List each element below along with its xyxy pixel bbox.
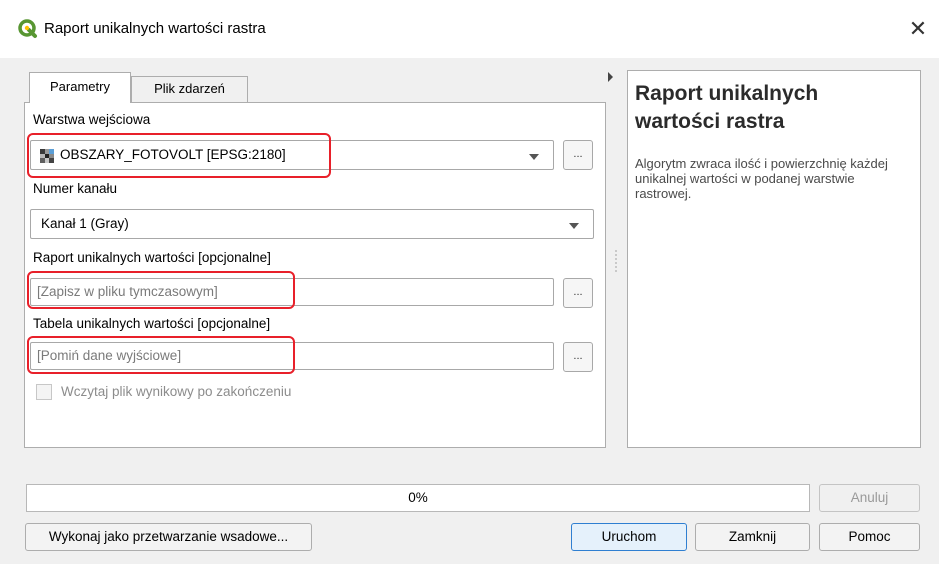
load-result-checkbox[interactable]: [36, 384, 52, 400]
band-combo[interactable]: Kanał 1 (Gray): [30, 209, 594, 239]
splitter-handle[interactable]: [615, 250, 617, 272]
close-icon[interactable]: ✕: [904, 16, 932, 44]
input-layer-label: Warstwa wejściowa: [33, 112, 151, 127]
input-layer-browse-button[interactable]: ...: [563, 140, 593, 170]
band-value: Kanał 1 (Gray): [41, 216, 129, 231]
tab-parameters[interactable]: Parametry: [29, 72, 131, 103]
qgis-icon: [18, 19, 38, 39]
band-label: Numer kanału: [33, 181, 118, 196]
report-browse-button[interactable]: ...: [563, 278, 593, 308]
batch-process-button[interactable]: Wykonaj jako przetwarzanie wsadowe...: [25, 523, 312, 551]
progress-bar: 0%: [26, 484, 810, 512]
chevron-down-icon: [569, 223, 579, 229]
table-label: Tabela unikalnych wartości [opcjonalne]: [33, 316, 271, 331]
tab-log[interactable]: Plik zdarzeń: [131, 76, 248, 103]
window-title: Raport unikalnych wartości rastra: [44, 20, 266, 37]
chevron-down-icon: [529, 154, 539, 160]
load-result-label: Wczytaj plik wynikowy po zakończeniu: [61, 384, 292, 399]
description-title: Raport unikalnych wartości rastra: [635, 82, 819, 133]
report-label: Raport unikalnych wartości [opcjonalne]: [33, 250, 271, 265]
help-button[interactable]: Pomoc: [819, 523, 920, 551]
highlight-report: [27, 271, 295, 309]
table-browse-button[interactable]: ...: [563, 342, 593, 372]
cancel-button[interactable]: Anuluj: [819, 484, 920, 512]
progress-text: 0%: [408, 490, 428, 505]
run-button[interactable]: Uruchom: [571, 523, 687, 551]
close-button[interactable]: Zamknij: [695, 523, 810, 551]
highlight-input-layer: [27, 133, 331, 178]
collapse-arrow-icon[interactable]: [608, 72, 613, 82]
highlight-table: [27, 336, 295, 374]
description-text: Algorytm zwraca ilość i powierzchnię każ…: [635, 156, 888, 201]
